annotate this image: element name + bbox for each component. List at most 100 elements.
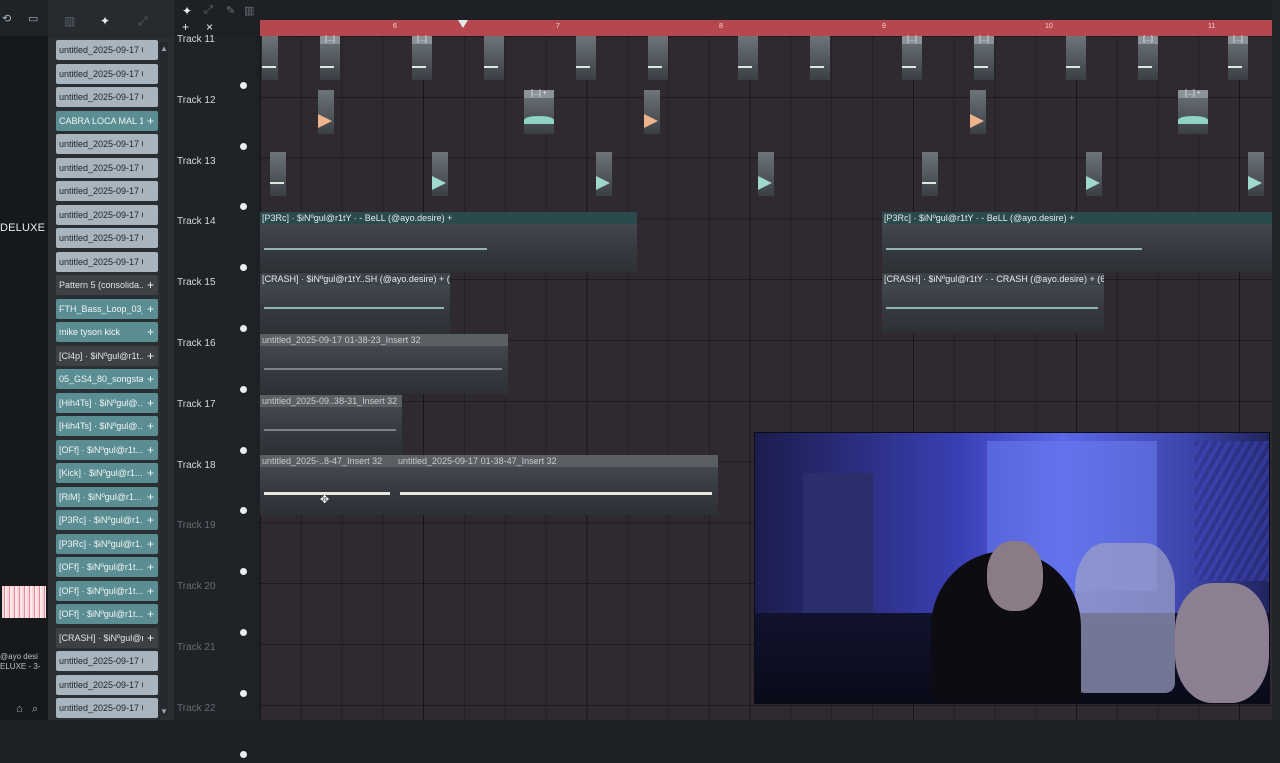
move-cursor-icon: ✥ — [320, 494, 330, 506]
audio-clip[interactable]: [P3Rc] · $iNºgul@r1tY · - BeLL (@ayo.des… — [882, 212, 1272, 272]
track-mute-dot[interactable] — [240, 385, 247, 393]
pattern-list-item[interactable]: untitled_2025-09-17 01... — [56, 698, 158, 718]
scroll-down-icon[interactable]: ▼ — [160, 707, 168, 716]
pattern-clip[interactable] — [970, 90, 986, 134]
pattern-clip[interactable]: [...] + — [524, 90, 554, 134]
audio-clip[interactable]: untitled_2025-..8-47_Insert 32 — [260, 455, 396, 515]
close-icon[interactable]: × — [206, 20, 213, 34]
pattern-clip[interactable] — [758, 152, 774, 196]
pattern-clip[interactable]: [...] — [412, 36, 432, 80]
pattern-list-item[interactable]: untitled_2025-09-17 00... — [56, 204, 158, 225]
pattern-list-item[interactable]: untitled_2025-09-17 00... — [56, 40, 158, 60]
pattern-clip[interactable] — [262, 36, 278, 80]
pattern-clip[interactable]: [...] — [1228, 36, 1248, 80]
pattern-list-item[interactable]: [CRASH] · $iNºgul@r... + — [56, 627, 158, 648]
pattern-list-item[interactable]: untitled_2025-09-17 01... — [56, 674, 158, 695]
piano-icon[interactable]: ▥ — [244, 4, 254, 17]
pattern-clip[interactable] — [644, 90, 660, 134]
track-mute-dot[interactable] — [240, 325, 247, 332]
pattern-list-item[interactable]: untitled_2025-09-17 00... — [56, 228, 158, 248]
picker-scrollbar[interactable]: ▲ ▼ — [160, 42, 168, 716]
search-icon[interactable]: ⌕ — [32, 703, 38, 716]
folder-icon[interactable]: ▭ — [28, 12, 38, 25]
pattern-list-item[interactable]: Pattern 5 (consolida... + — [56, 275, 158, 295]
pattern-clip[interactable]: [...] — [974, 36, 994, 80]
track-mute-dot[interactable] — [240, 750, 247, 758]
pattern-list-item[interactable]: [OFf] · $iNºgul@r1t... + — [56, 557, 158, 577]
refresh-icon[interactable]: ⟲ — [2, 12, 11, 25]
waveform-icon[interactable]: ✦ — [100, 14, 110, 28]
track-mute-dot[interactable] — [240, 629, 247, 636]
pattern-clip[interactable] — [1066, 36, 1086, 80]
audio-clip[interactable]: untitled_2025-09-17 01-38-23_Insert 32 — [260, 334, 508, 394]
pattern-list-item[interactable]: [OFf] · $iNºgul@r1t... + — [56, 604, 158, 624]
lane-track-11[interactable]: [...] [...] [...] [...] [...] [...] — [260, 36, 1272, 97]
pattern-list-item[interactable]: untitled_2025-09-17 00... — [56, 181, 158, 201]
pattern-list-item[interactable]: [OFf] · $iNºgul@r1t... + — [56, 580, 158, 601]
pattern-clip[interactable] — [576, 36, 596, 80]
pencil-icon[interactable]: ✎ — [226, 4, 235, 17]
pattern-list-item[interactable]: [P3Rc] · $iNºgul@r1... + — [56, 510, 158, 530]
audio-clip[interactable]: untitled_2025-09-17 01-38-47_Insert 32 — [396, 455, 718, 515]
pattern-clip[interactable]: [...] — [902, 36, 922, 80]
pattern-list-item[interactable]: FTH_Bass_Loop_03_...+ — [56, 298, 158, 319]
pattern-list-item-label: [CRASH] · $iNºgul@r... — [59, 632, 143, 643]
pattern-list-item[interactable]: untitled_2025-09-17 01... — [56, 651, 158, 671]
pattern-clip[interactable] — [648, 36, 668, 80]
pattern-list-item[interactable]: [Hih4Ts] · $iNºgul@... + — [56, 392, 158, 413]
track-mute-dot[interactable] — [240, 446, 247, 454]
automation-icon[interactable]: ⤢ — [138, 14, 148, 29]
pattern-list-item[interactable]: [Cl4p] · $iNºgul@r1t... + — [56, 345, 158, 366]
pattern-list-item[interactable]: CABRA LOCA MAL 180...+ — [56, 110, 158, 131]
pattern-clip[interactable] — [738, 36, 758, 80]
pattern-clip[interactable] — [1086, 152, 1102, 196]
track-mute-dot[interactable] — [240, 81, 247, 89]
pattern-clip[interactable] — [810, 36, 830, 80]
pattern-clip[interactable]: [...] — [1138, 36, 1158, 80]
pattern-list-item[interactable]: untitled_2025-09-17 00... — [56, 63, 158, 84]
add-track-icon[interactable]: + — [182, 20, 189, 34]
pattern-clip[interactable] — [432, 152, 448, 196]
pattern-clip[interactable] — [596, 152, 612, 196]
track-mute-dot[interactable] — [240, 142, 247, 150]
pattern-list-item[interactable]: untitled_2025-09-17 00... — [56, 251, 158, 272]
lane-track-15[interactable]: [CRASH] · $iNºgul@r1tY..SH (@ayo.desire)… — [260, 273, 1272, 334]
pattern-clip[interactable] — [270, 152, 286, 196]
lane-track-12[interactable]: [...] + [...] + — [260, 90, 1272, 151]
audio-clip[interactable]: [CRASH] · $iNºgul@r1tY..SH (@ayo.desire)… — [260, 273, 450, 333]
pattern-list-item[interactable]: untitled_2025-09-17 00... — [56, 134, 158, 154]
pattern-clip[interactable] — [1248, 152, 1264, 196]
pattern-list-item[interactable]: [P3Rc] · $iNºgul@r1... + — [56, 533, 158, 554]
lane-track-13[interactable] — [260, 152, 1272, 213]
track-mute-dot[interactable] — [240, 689, 247, 697]
playlist-scrollbar[interactable] — [1272, 0, 1280, 720]
folder-open-icon[interactable]: ⌂ — [16, 703, 23, 715]
clip-label: [CRASH] · $iNºgul@r1tY · - CRASH (@ayo.d… — [882, 273, 1104, 285]
pattern-list-item[interactable]: mike tyson kick + — [56, 322, 158, 342]
pattern-list-item[interactable]: [OFf] · $iNºgul@r1t... + — [56, 439, 158, 460]
pattern-clip[interactable] — [484, 36, 504, 80]
clip-waveform — [264, 307, 444, 309]
pattern-clip[interactable]: [...] — [320, 36, 340, 80]
lane-track-14[interactable]: [P3Rc] · $iNºgul@r1tY · - BeLL (@ayo.des… — [260, 212, 1272, 273]
lane-track-16[interactable]: untitled_2025-09-17 01-38-23_Insert 32 — [260, 334, 1272, 395]
audio-clip[interactable]: [CRASH] · $iNºgul@r1tY · - CRASH (@ayo.d… — [882, 273, 1104, 333]
pattern-list-item[interactable]: [RiM] · $iNºgul@r1... + — [56, 486, 158, 507]
pattern-clip[interactable] — [922, 152, 938, 196]
link-icon[interactable]: ⤢ — [204, 4, 213, 17]
snap-icon[interactable]: ✦ — [182, 4, 192, 18]
pattern-list-item[interactable]: 05_GS4_80_songsta... + — [56, 369, 158, 389]
audio-clip[interactable]: untitled_2025-09..38-31_Insert 32 — [260, 395, 402, 455]
scroll-up-icon[interactable]: ▲ — [160, 44, 168, 53]
pattern-list-item[interactable]: untitled_2025-09-17 00... — [56, 157, 158, 178]
timeline-ruler[interactable]: 6 7 8 9 10 11 — [260, 20, 1272, 36]
pattern-clip[interactable] — [318, 90, 334, 134]
audio-clip[interactable]: [P3Rc] · $iNºgul@r1tY · - BeLL (@ayo.des… — [260, 212, 637, 272]
grid-icon[interactable]: ▥ — [64, 14, 75, 28]
playhead-marker[interactable] — [458, 20, 468, 28]
pattern-clip[interactable]: [...] + — [1178, 90, 1208, 134]
track-name: Track 16 — [177, 338, 216, 349]
pattern-list-item[interactable]: [Kick] · $iNºgul@r1... + — [56, 463, 158, 483]
pattern-list-item[interactable]: [Hih4Ts] · $iNºgul@... + — [56, 416, 158, 436]
pattern-list-item[interactable]: untitled_2025-09-17 00... — [56, 87, 158, 107]
